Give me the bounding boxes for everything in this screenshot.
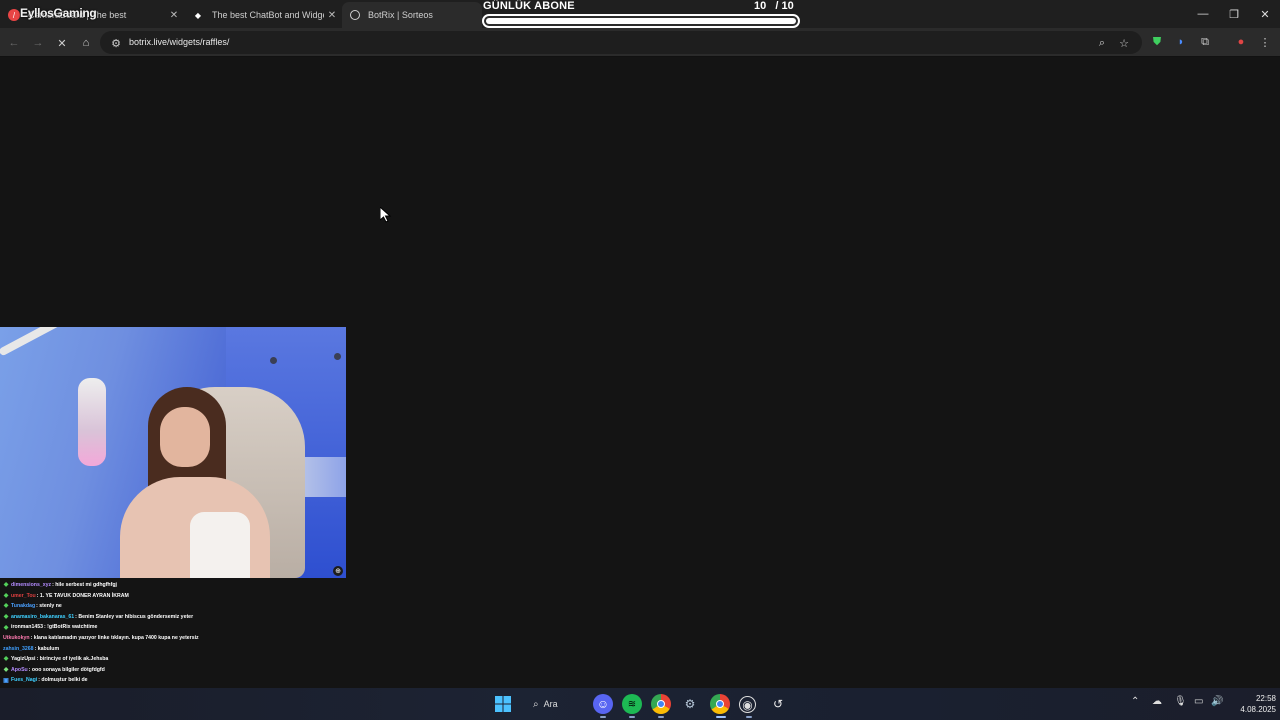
- microphone: [78, 378, 106, 466]
- cameraboard-favicon-icon: /: [8, 9, 20, 21]
- goal-progress-bar: [482, 14, 800, 28]
- chat-badge-icon: ▣: [3, 677, 9, 684]
- tab-title: BotRix | Sorteos: [368, 10, 433, 20]
- subscriber-goal-overlay: GÜNLÜK ABONE 10 / 10: [482, 0, 802, 30]
- chat-line: ▣ Fues_Nagi : dolmuştur belki de: [0, 675, 360, 686]
- forward-icon[interactable]: →: [28, 33, 48, 53]
- chat-message: : kabulum: [34, 645, 60, 652]
- chat-line: ◆ dimensions_xyz : hile serbest mi gdhgfh…: [0, 580, 360, 591]
- volume-icon[interactable]: 🔊: [1211, 696, 1223, 707]
- chat-message: : ooo sonaya bilgiler dötgfdgfd: [28, 666, 105, 673]
- chat-username: zahsin_3268: [3, 645, 34, 652]
- zoom-icon[interactable]: ⌕: [1092, 33, 1112, 53]
- menu-kebab-icon[interactable]: ⋮: [1256, 33, 1274, 51]
- settings-gear-icon[interactable]: ⚙: [680, 694, 700, 714]
- chat-username: ironman1453: [11, 624, 44, 631]
- overlay-logo: EyllosGaming: [20, 6, 97, 20]
- bookmark-star-icon[interactable]: ☆: [1114, 33, 1134, 53]
- screen: / CameraBoard | The best ✕ EyllosGaming …: [0, 0, 1280, 720]
- chat-message: : stenly ne: [36, 603, 62, 610]
- stop-loading-icon[interactable]: ✕: [52, 33, 72, 53]
- chat-line: ◆ anamasiro_bakanaras_61 : Benim Stanley …: [0, 612, 360, 623]
- taskbar-search[interactable]: ⌕ Ara: [533, 695, 558, 713]
- goal-title: GÜNLÜK ABONE: [483, 0, 575, 12]
- mic-arm: [0, 327, 82, 357]
- close-tab-icon[interactable]: ✕: [324, 10, 340, 21]
- chat-username: Tunakdag: [11, 603, 36, 610]
- windows-start-icon[interactable]: [493, 694, 513, 714]
- chat-username: anamasiro_bakanaras_61: [11, 613, 75, 620]
- search-label: Ara: [543, 699, 558, 709]
- chat-line: ◆ ApoSu : ooo sonaya bilgiler dötgfdgfd: [0, 665, 360, 676]
- chat-line: ◆ YagizUpsi : birinciye of iyelik ak.Jehs…: [0, 654, 360, 665]
- chrome-icon[interactable]: [651, 694, 671, 714]
- close-window-icon[interactable]: ✕: [1250, 0, 1280, 28]
- obs-studio-icon[interactable]: ◉: [739, 696, 756, 713]
- chat-username: ApoSu: [11, 666, 28, 673]
- close-tab-icon[interactable]: ✕: [166, 10, 182, 21]
- tray-overflow-icon[interactable]: ⌃: [1131, 696, 1139, 707]
- shield-extension-icon[interactable]: ⛊: [1148, 33, 1166, 51]
- microphone-tray-icon[interactable]: 🎙: [1174, 696, 1187, 707]
- chat-username: Utkukokyn: [3, 634, 30, 641]
- watermark-icon: ⊕: [333, 566, 343, 576]
- taskbar: ⌕ Ara ☺ ≋ ⚙ ◉ ↺ ⌃ ☁ 🎙 ▭ 🔊 22:58 4.08.202…: [0, 688, 1280, 720]
- search-icon: ⌕: [533, 698, 539, 710]
- goal-progress-fill: [486, 18, 796, 24]
- app-icon[interactable]: ↺: [768, 694, 788, 714]
- chat-badge-icon: ◆: [3, 624, 9, 631]
- home-icon[interactable]: ⌂: [76, 33, 96, 53]
- tab-chatbot-widgets[interactable]: ◆ The best ChatBot and Widgets ✕: [184, 2, 340, 28]
- chat-username: umer_Tou: [11, 592, 36, 599]
- chrome-profile-icon[interactable]: [710, 694, 730, 714]
- network-icon[interactable]: ▭: [1194, 696, 1203, 707]
- tab-title: The best ChatBot and Widgets: [212, 10, 324, 20]
- loading-favicon-icon: [350, 10, 360, 20]
- profile-avatar-icon[interactable]: ●: [1232, 33, 1250, 51]
- chat-message: : birinciye of iyelik ak.Jehsba: [36, 656, 109, 663]
- site-info-icon[interactable]: ⚙: [106, 33, 126, 53]
- goal-count: 10 / 10: [754, 0, 794, 12]
- url-text[interactable]: botrix.live/widgets/raffles/: [129, 37, 229, 47]
- chat-badge-icon: ◆: [3, 656, 9, 663]
- chat-username: Fues_Nagi: [11, 677, 38, 684]
- chat-badge-icon: ◆: [3, 582, 9, 589]
- spotify-icon[interactable]: ≋: [622, 694, 642, 714]
- extensions-puzzle-icon[interactable]: ⧉: [1196, 33, 1214, 51]
- tab-botrix-sorteos[interactable]: BotRix | Sorteos: [342, 2, 482, 28]
- chat-line: Utkukokyn : klana katılamadın yazıyor li…: [0, 633, 360, 644]
- mouse-cursor-icon: [380, 207, 392, 223]
- clock-time: 22:58: [1255, 694, 1276, 703]
- browser-toolbar: ← → ✕ ⌂ ⚙ botrix.live/widgets/raffles/ ⌕…: [0, 28, 1280, 57]
- chat-message: : !gtBotRix watchtime: [44, 624, 98, 631]
- chat-message: : hile serbest mi gdhgfhfgj: [52, 582, 117, 588]
- clock-date: 4.08.2025: [1240, 705, 1276, 714]
- onedrive-icon[interactable]: ☁: [1152, 696, 1162, 707]
- streamer: [160, 407, 210, 467]
- chat-username: YagizUpsi: [11, 656, 36, 663]
- taskbar-clock[interactable]: 22:58 4.08.2025: [1228, 693, 1276, 715]
- chat-badge-icon: ◆: [3, 614, 9, 621]
- chat-badge-icon: ◆: [3, 667, 9, 674]
- chat-line: zahsin_3268 : kabulum: [0, 644, 360, 655]
- chat-line: ◆ ironman1453 : !gtBotRix watchtime: [0, 622, 360, 633]
- back-icon[interactable]: ←: [4, 33, 24, 53]
- discord-icon[interactable]: ☺: [593, 694, 613, 714]
- restore-icon[interactable]: ❐: [1219, 0, 1249, 28]
- botrix-favicon-icon: ◆: [194, 10, 202, 20]
- chat-message: : klana katılamadın yazıyor linke tıklay…: [30, 634, 199, 641]
- chat-username: dimensions_xyz: [11, 582, 52, 588]
- chat-message: : 1. YE TAVUK DONER AYRAN İKRAM: [36, 592, 129, 599]
- address-bar[interactable]: ⚙ botrix.live/widgets/raffles/ ⌕ ☆: [100, 31, 1142, 54]
- chat-line: ◆ Tunakdag : stenly ne: [0, 601, 360, 612]
- chat-message: : Benim Stanley var hibiscus göndersemiz…: [75, 613, 194, 620]
- chat-line: ◆ umer_Tou : 1. YE TAVUK DONER AYRAN İKRA…: [0, 591, 360, 602]
- webcam-feed: ⊕: [0, 327, 346, 578]
- chat-badge-icon: ◆: [3, 592, 9, 599]
- translate-extension-icon[interactable]: ◗: [1172, 33, 1190, 51]
- minimize-icon[interactable]: —: [1188, 0, 1218, 28]
- chat-message: : dolmuştur belki de: [38, 677, 88, 684]
- chat-badge-icon: ◆: [3, 603, 9, 610]
